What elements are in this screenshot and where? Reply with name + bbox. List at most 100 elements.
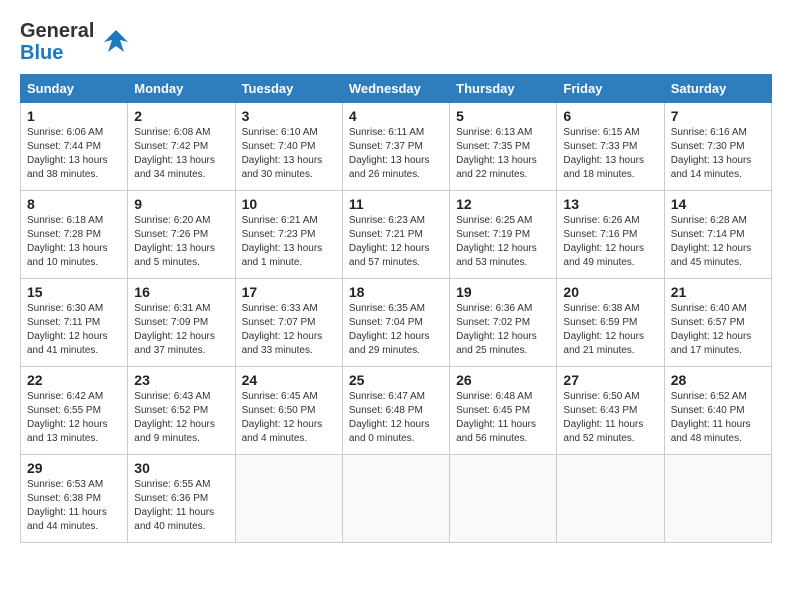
day-info: Sunrise: 6:40 AM Sunset: 6:57 PM Dayligh…: [671, 302, 765, 358]
calendar-cell: 27 Sunrise: 6:50 AM Sunset: 6:43 PM Dayli…: [557, 367, 664, 455]
day-info: Sunrise: 6:30 AM Sunset: 7:11 PM Dayligh…: [27, 302, 121, 358]
day-number: 7: [671, 108, 765, 124]
calendar-cell: 21 Sunrise: 6:40 AM Sunset: 6:57 PM Dayli…: [664, 279, 771, 367]
day-number: 8: [27, 196, 121, 212]
day-info: Sunrise: 6:08 AM Sunset: 7:42 PM Dayligh…: [134, 126, 228, 182]
day-info: Sunrise: 6:28 AM Sunset: 7:14 PM Dayligh…: [671, 214, 765, 270]
calendar-cell: [450, 455, 557, 543]
day-number: 13: [563, 196, 657, 212]
day-info: Sunrise: 6:23 AM Sunset: 7:21 PM Dayligh…: [349, 214, 443, 270]
calendar-cell: 17Sunrise: 6:33 AM Sunset: 7:07 PM Dayli…: [235, 279, 342, 367]
calendar-cell: 10Sunrise: 6:21 AM Sunset: 7:23 PM Dayli…: [235, 191, 342, 279]
column-header-monday: Monday: [128, 75, 235, 103]
day-info: Sunrise: 6:13 AM Sunset: 7:35 PM Dayligh…: [456, 126, 550, 182]
day-info: Sunrise: 6:45 AM Sunset: 6:50 PM Dayligh…: [242, 390, 336, 446]
calendar-cell: 29 Sunrise: 6:53 AM Sunset: 6:38 PM Dayli…: [21, 455, 128, 543]
calendar-cell: 26 Sunrise: 6:48 AM Sunset: 6:45 PM Dayli…: [450, 367, 557, 455]
calendar-cell: 24 Sunrise: 6:45 AM Sunset: 6:50 PM Dayli…: [235, 367, 342, 455]
column-header-thursday: Thursday: [450, 75, 557, 103]
logo-text: GeneralBlue: [20, 20, 94, 64]
day-number: 16: [134, 284, 228, 300]
day-info: Sunrise: 6:25 AM Sunset: 7:19 PM Dayligh…: [456, 214, 550, 270]
calendar-cell: 8 Sunrise: 6:18 AM Sunset: 7:28 PM Daylig…: [21, 191, 128, 279]
calendar-cell: 11 Sunrise: 6:23 AM Sunset: 7:21 PM Dayli…: [342, 191, 449, 279]
week-row-1: 1Sunrise: 6:06 AM Sunset: 7:44 PM Daylig…: [21, 103, 772, 191]
day-number: 6: [563, 108, 657, 124]
day-number: 5: [456, 108, 550, 124]
week-row-2: 8 Sunrise: 6:18 AM Sunset: 7:28 PM Daylig…: [21, 191, 772, 279]
day-info: Sunrise: 6:36 AM Sunset: 7:02 PM Dayligh…: [456, 302, 550, 358]
day-number: 18: [349, 284, 443, 300]
calendar-cell: 3Sunrise: 6:10 AM Sunset: 7:40 PM Daylig…: [235, 103, 342, 191]
calendar-cell: 25 Sunrise: 6:47 AM Sunset: 6:48 PM Dayli…: [342, 367, 449, 455]
day-info: Sunrise: 6:26 AM Sunset: 7:16 PM Dayligh…: [563, 214, 657, 270]
day-info: Sunrise: 6:16 AM Sunset: 7:30 PM Dayligh…: [671, 126, 765, 182]
calendar-cell: 28Sunrise: 6:52 AM Sunset: 6:40 PM Dayli…: [664, 367, 771, 455]
day-number: 12: [456, 196, 550, 212]
day-info: Sunrise: 6:42 AM Sunset: 6:55 PM Dayligh…: [27, 390, 121, 446]
day-info: Sunrise: 6:52 AM Sunset: 6:40 PM Dayligh…: [671, 390, 765, 446]
column-header-friday: Friday: [557, 75, 664, 103]
day-info: Sunrise: 6:47 AM Sunset: 6:48 PM Dayligh…: [349, 390, 443, 446]
day-number: 15: [27, 284, 121, 300]
calendar-cell: 6 Sunrise: 6:15 AM Sunset: 7:33 PM Daylig…: [557, 103, 664, 191]
day-number: 30: [134, 460, 228, 476]
day-number: 9: [134, 196, 228, 212]
calendar-header: SundayMondayTuesdayWednesdayThursdayFrid…: [21, 75, 772, 103]
day-info: Sunrise: 6:38 AM Sunset: 6:59 PM Dayligh…: [563, 302, 657, 358]
calendar-cell: [342, 455, 449, 543]
day-number: 24: [242, 372, 336, 388]
day-number: 10: [242, 196, 336, 212]
day-number: 27: [563, 372, 657, 388]
day-info: Sunrise: 6:18 AM Sunset: 7:28 PM Dayligh…: [27, 214, 121, 270]
calendar-cell: 9 Sunrise: 6:20 AM Sunset: 7:26 PM Daylig…: [128, 191, 235, 279]
column-header-tuesday: Tuesday: [235, 75, 342, 103]
calendar-cell: 15 Sunrise: 6:30 AM Sunset: 7:11 PM Dayli…: [21, 279, 128, 367]
calendar-cell: 19 Sunrise: 6:36 AM Sunset: 7:02 PM Dayli…: [450, 279, 557, 367]
day-info: Sunrise: 6:48 AM Sunset: 6:45 PM Dayligh…: [456, 390, 550, 446]
day-number: 1: [27, 108, 121, 124]
page-header: GeneralBlue: [20, 20, 772, 64]
calendar-cell: 14 Sunrise: 6:28 AM Sunset: 7:14 PM Dayli…: [664, 191, 771, 279]
day-info: Sunrise: 6:53 AM Sunset: 6:38 PM Dayligh…: [27, 478, 121, 534]
day-number: 29: [27, 460, 121, 476]
calendar-cell: 1Sunrise: 6:06 AM Sunset: 7:44 PM Daylig…: [21, 103, 128, 191]
day-number: 3: [242, 108, 336, 124]
logo: GeneralBlue: [20, 20, 134, 64]
day-info: Sunrise: 6:11 AM Sunset: 7:37 PM Dayligh…: [349, 126, 443, 182]
day-number: 26: [456, 372, 550, 388]
calendar-cell: 20 Sunrise: 6:38 AM Sunset: 6:59 PM Dayli…: [557, 279, 664, 367]
calendar-cell: 5 Sunrise: 6:13 AM Sunset: 7:35 PM Daylig…: [450, 103, 557, 191]
day-number: 20: [563, 284, 657, 300]
calendar-table: SundayMondayTuesdayWednesdayThursdayFrid…: [20, 74, 772, 543]
week-row-4: 22 Sunrise: 6:42 AM Sunset: 6:55 PM Dayli…: [21, 367, 772, 455]
calendar-cell: 7 Sunrise: 6:16 AM Sunset: 7:30 PM Daylig…: [664, 103, 771, 191]
calendar-cell: 13 Sunrise: 6:26 AM Sunset: 7:16 PM Dayli…: [557, 191, 664, 279]
calendar-cell: [235, 455, 342, 543]
column-header-sunday: Sunday: [21, 75, 128, 103]
calendar-cell: 4 Sunrise: 6:11 AM Sunset: 7:37 PM Daylig…: [342, 103, 449, 191]
day-number: 14: [671, 196, 765, 212]
day-info: Sunrise: 6:20 AM Sunset: 7:26 PM Dayligh…: [134, 214, 228, 270]
day-number: 21: [671, 284, 765, 300]
calendar-cell: [664, 455, 771, 543]
calendar-cell: 12 Sunrise: 6:25 AM Sunset: 7:19 PM Dayli…: [450, 191, 557, 279]
day-number: 11: [349, 196, 443, 212]
day-info: Sunrise: 6:50 AM Sunset: 6:43 PM Dayligh…: [563, 390, 657, 446]
day-info: Sunrise: 6:15 AM Sunset: 7:33 PM Dayligh…: [563, 126, 657, 182]
day-number: 23: [134, 372, 228, 388]
day-number: 25: [349, 372, 443, 388]
day-number: 4: [349, 108, 443, 124]
day-number: 22: [27, 372, 121, 388]
calendar-cell: 2Sunrise: 6:08 AM Sunset: 7:42 PM Daylig…: [128, 103, 235, 191]
calendar-cell: 22 Sunrise: 6:42 AM Sunset: 6:55 PM Dayli…: [21, 367, 128, 455]
calendar-cell: 30 Sunrise: 6:55 AM Sunset: 6:36 PM Dayli…: [128, 455, 235, 543]
logo-bird-icon: [98, 24, 134, 60]
day-info: Sunrise: 6:33 AM Sunset: 7:07 PM Dayligh…: [242, 302, 336, 358]
day-info: Sunrise: 6:35 AM Sunset: 7:04 PM Dayligh…: [349, 302, 443, 358]
day-info: Sunrise: 6:55 AM Sunset: 6:36 PM Dayligh…: [134, 478, 228, 534]
calendar-cell: [557, 455, 664, 543]
day-number: 19: [456, 284, 550, 300]
week-row-5: 29 Sunrise: 6:53 AM Sunset: 6:38 PM Dayli…: [21, 455, 772, 543]
day-info: Sunrise: 6:43 AM Sunset: 6:52 PM Dayligh…: [134, 390, 228, 446]
